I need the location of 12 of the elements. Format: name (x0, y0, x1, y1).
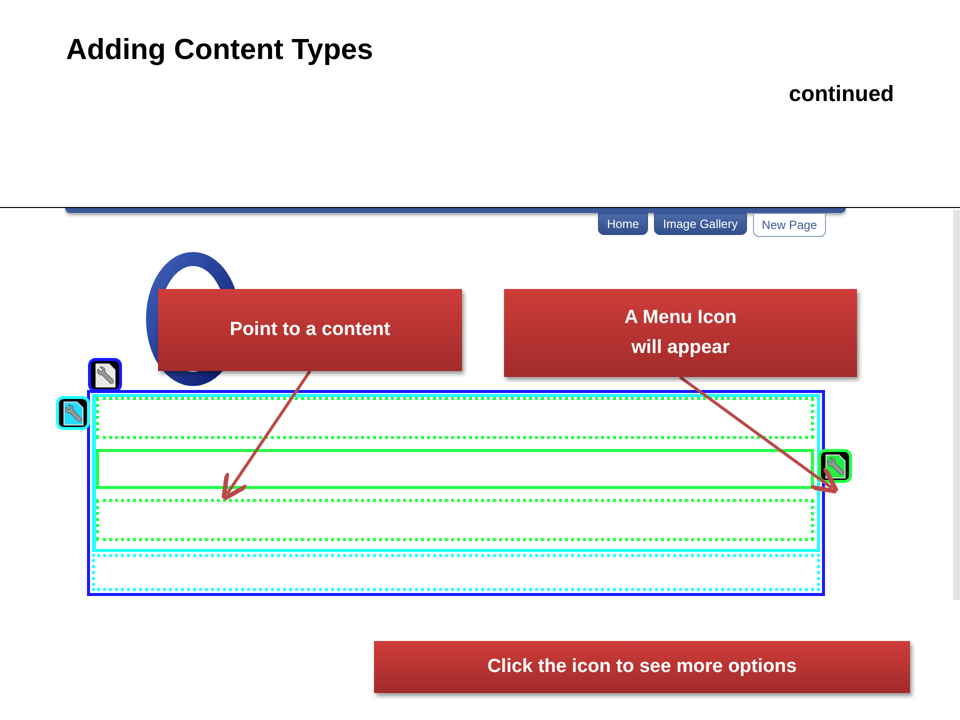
callout: A Menu Icon will appear (504, 289, 857, 377)
document-wrench-icon[interactable] (88, 358, 122, 392)
slide-subtitle: continued (788, 81, 894, 107)
content-row[interactable] (96, 499, 814, 541)
callout: Click the icon to see more options (374, 641, 910, 693)
content-row[interactable] (96, 397, 814, 439)
nav-tab[interactable]: Home (598, 213, 648, 235)
nav-tab[interactable]: New Page (752, 213, 826, 237)
slide-title: Adding Content Types (66, 34, 374, 67)
callout: Point to a content (158, 289, 462, 371)
nav-tab[interactable]: Image Gallery (654, 213, 747, 235)
scrollbar[interactable] (953, 210, 960, 600)
